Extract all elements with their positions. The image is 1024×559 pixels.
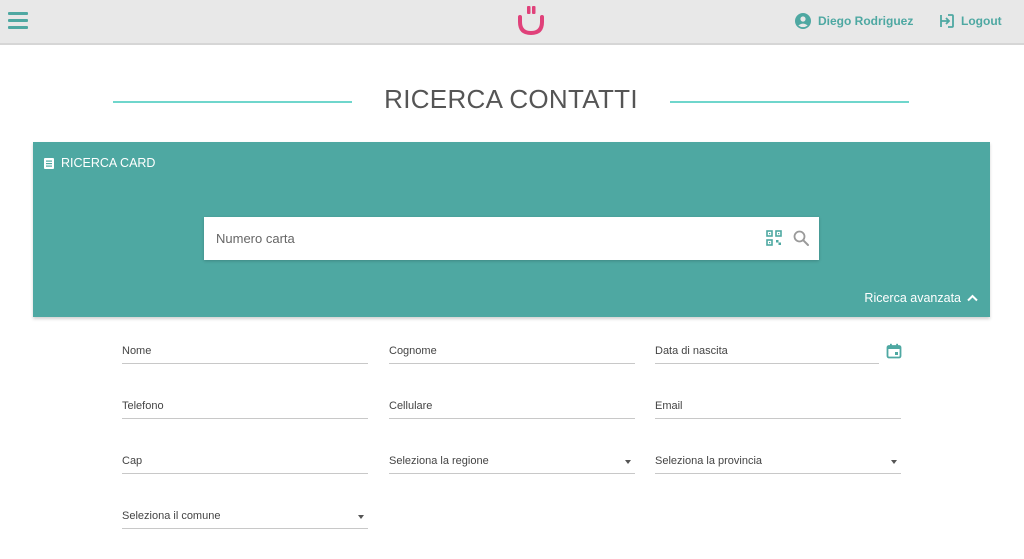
search-icon[interactable] [792, 229, 810, 247]
telefono-field[interactable]: Telefono [122, 397, 368, 419]
comune-select[interactable]: Seleziona il comune [122, 507, 368, 529]
advanced-search-toggle[interactable]: Ricerca avanzata [864, 291, 978, 305]
regione-label: Seleziona la regione [389, 455, 489, 467]
card-search-panel: RICERCA CARD Ricerca avanzata [33, 142, 990, 317]
data-nascita-label: Data di nascita [655, 345, 728, 357]
cap-label: Cap [122, 455, 143, 467]
email-field[interactable]: Email [655, 397, 901, 419]
calendar-icon[interactable] [886, 343, 902, 359]
cognome-label: Cognome [389, 345, 437, 357]
data-nascita-field[interactable]: Data di nascita [655, 342, 879, 364]
card-list-icon [44, 157, 54, 169]
telefono-label: Telefono [122, 400, 164, 412]
advanced-search-label: Ricerca avanzata [864, 291, 961, 305]
title-divider-right [670, 101, 909, 103]
provincia-label: Seleziona la provincia [655, 455, 763, 467]
top-bar: Diego Rodriguez Logout [0, 0, 1024, 45]
regione-select[interactable]: Seleziona la regione [389, 452, 635, 474]
chevron-up-icon [967, 294, 978, 302]
user-name: Diego Rodriguez [818, 14, 914, 28]
cap-field[interactable]: Cap [122, 452, 368, 474]
dropdown-arrow-icon [891, 460, 897, 464]
account-circle-icon [795, 13, 811, 29]
title-divider-left [113, 101, 352, 103]
dropdown-arrow-icon [358, 515, 364, 519]
cellulare-label: Cellulare [389, 400, 433, 412]
logout-icon [940, 14, 954, 28]
dropdown-arrow-icon [625, 460, 631, 464]
page-title: RICERCA CONTATTI [384, 84, 638, 114]
provincia-select[interactable]: Seleziona la provincia [655, 452, 901, 474]
comune-label: Seleziona il comune [122, 510, 221, 522]
nome-label: Nome [122, 345, 152, 357]
logout-button[interactable]: Logout [939, 12, 1002, 30]
card-number-input[interactable] [216, 227, 746, 249]
qr-code-icon[interactable] [766, 230, 782, 246]
card-search-title: RICERCA CARD [61, 156, 156, 170]
email-label: Email [655, 400, 683, 412]
nome-field[interactable]: Nome [122, 342, 368, 364]
cellulare-field[interactable]: Cellulare [389, 397, 635, 419]
smile-logo-icon[interactable] [517, 6, 545, 36]
user-menu[interactable]: Diego Rodriguez [795, 12, 913, 30]
hamburger-menu-icon[interactable] [8, 12, 28, 30]
card-search-header: RICERCA CARD [44, 156, 155, 170]
cognome-field[interactable]: Cognome [389, 342, 635, 364]
logout-label: Logout [961, 14, 1002, 28]
card-number-search-box [204, 217, 819, 260]
